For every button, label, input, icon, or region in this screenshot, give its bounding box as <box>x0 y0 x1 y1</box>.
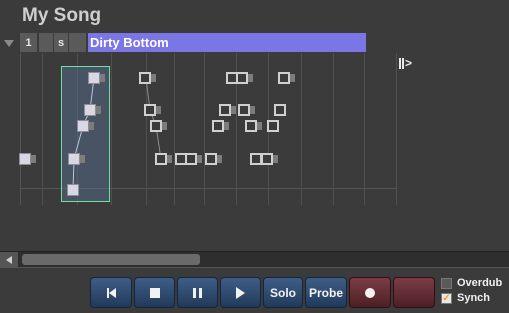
synch-checkbox[interactable]: ✓ <box>441 292 452 304</box>
note-block[interactable] <box>236 72 253 84</box>
synch-label: Synch <box>457 292 491 304</box>
record-arm-button[interactable] <box>393 277 435 308</box>
end-marker-bar-icon <box>402 58 404 70</box>
note-block[interactable] <box>261 153 278 165</box>
note-block[interactable] <box>212 120 229 132</box>
play-icon <box>236 286 245 299</box>
note-block[interactable] <box>185 153 202 165</box>
note-block[interactable] <box>238 104 255 116</box>
end-marker-bar-icon <box>399 58 401 70</box>
note-block[interactable] <box>245 120 262 132</box>
note-block[interactable] <box>155 153 172 165</box>
note-block[interactable] <box>139 72 156 84</box>
scroll-left-button[interactable] <box>0 252 18 267</box>
probe-button[interactable]: Probe <box>305 277 347 308</box>
arrow-left-icon <box>6 255 12 264</box>
note-block[interactable] <box>68 153 85 165</box>
note-block[interactable] <box>88 72 105 84</box>
overdub-label: Overdub <box>457 277 503 289</box>
note-block[interactable] <box>278 72 295 84</box>
note-block[interactable] <box>219 104 236 116</box>
rewind-button[interactable] <box>90 277 132 308</box>
pause-button[interactable] <box>177 277 218 308</box>
note-block[interactable] <box>77 120 94 132</box>
overdub-option[interactable]: Overdub <box>441 277 502 289</box>
note-block[interactable] <box>205 153 222 165</box>
stop-button[interactable] <box>134 277 175 308</box>
overdub-checkbox[interactable] <box>441 277 452 289</box>
end-marker[interactable]: > <box>399 56 423 70</box>
note-block[interactable] <box>274 104 286 116</box>
horizontal-scrollbar[interactable] <box>0 251 509 268</box>
note-block[interactable] <box>267 120 279 132</box>
synch-option[interactable]: ✓ Synch <box>441 292 490 304</box>
pause-icon <box>193 287 202 298</box>
skip-back-icon <box>106 287 116 298</box>
play-button[interactable] <box>220 277 261 308</box>
record-button[interactable] <box>349 277 391 308</box>
solo-button[interactable]: Solo <box>263 277 303 308</box>
note-block[interactable] <box>19 153 36 165</box>
note-block[interactable] <box>144 104 161 116</box>
note-block[interactable] <box>67 184 79 196</box>
record-icon <box>365 287 375 298</box>
end-marker-label: > <box>405 56 413 70</box>
note-block[interactable] <box>150 120 167 132</box>
note-block[interactable] <box>84 104 101 116</box>
scroll-thumb[interactable] <box>22 254 200 265</box>
stop-icon <box>149 287 160 298</box>
